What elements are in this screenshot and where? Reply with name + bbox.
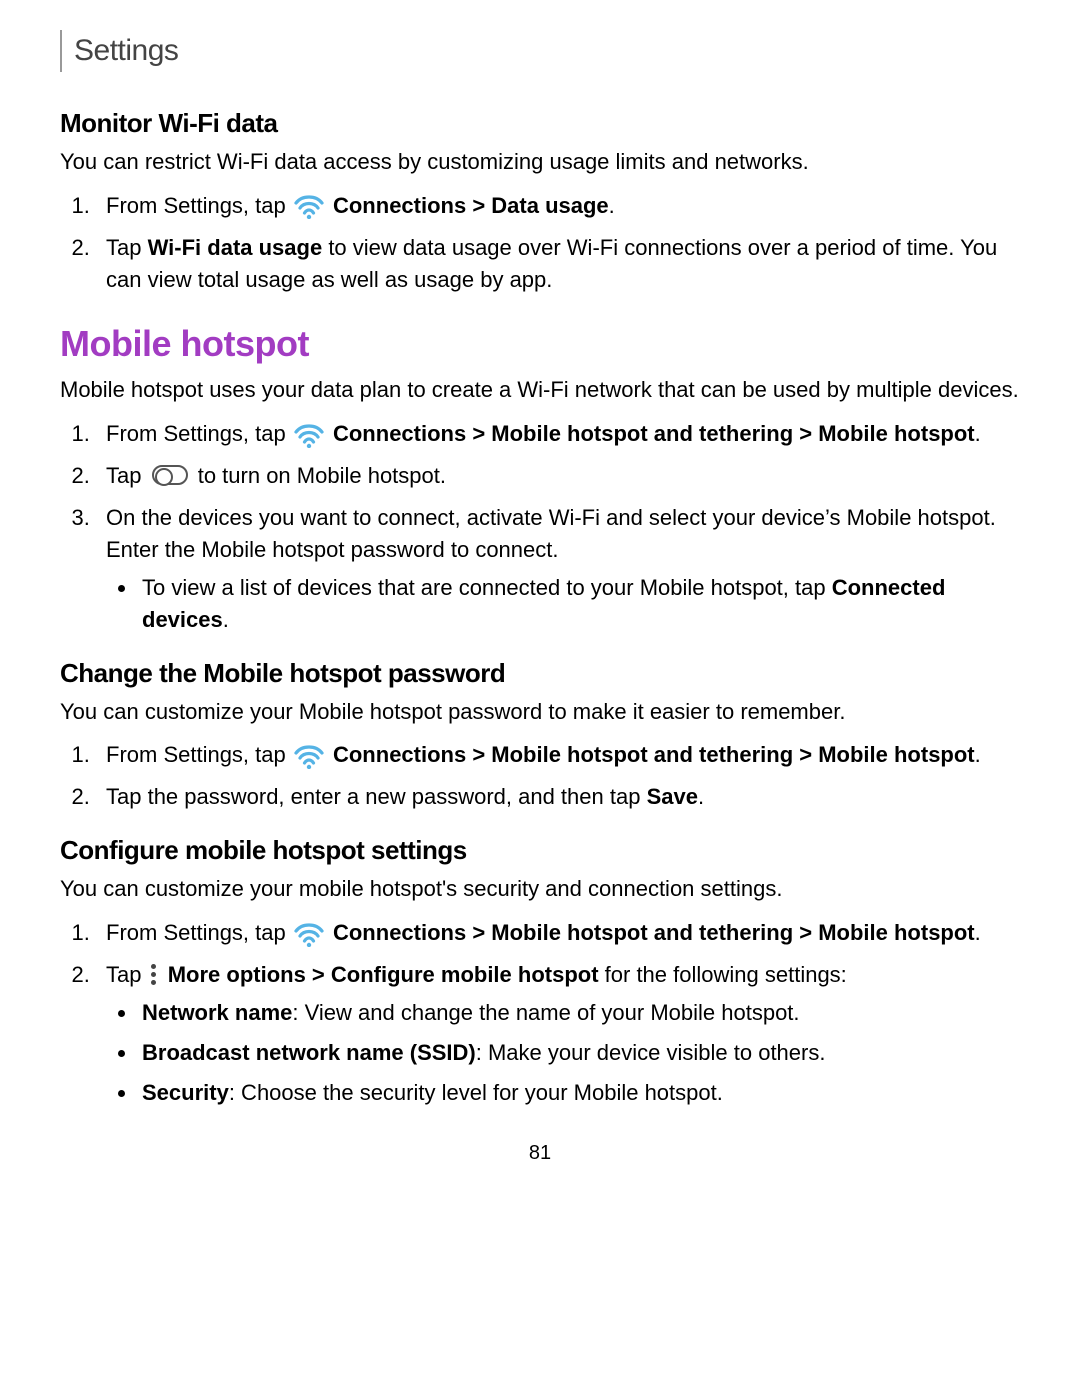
breadcrumb-text: Settings bbox=[74, 34, 178, 67]
wifi-icon bbox=[294, 743, 324, 767]
steps-list: From Settings, tap Connections > Mobile … bbox=[60, 418, 1020, 635]
bold-text: Broadcast network name (SSID) bbox=[142, 1040, 476, 1065]
step-item: Tap Wi-Fi data usage to view data usage … bbox=[96, 232, 1020, 296]
paragraph: You can customize your Mobile hotspot pa… bbox=[60, 697, 1020, 728]
sub-bullets: Network name: View and change the name o… bbox=[106, 997, 1020, 1109]
heading-change-password: Change the Mobile hotspot password bbox=[60, 658, 1020, 689]
bullet-item: Network name: View and change the name o… bbox=[138, 997, 1020, 1029]
step-item: Tap to turn on Mobile hotspot. bbox=[96, 460, 1020, 492]
bold-text: Connections > Mobile hotspot and tetheri… bbox=[333, 742, 975, 767]
text: : Make your device visible to others. bbox=[476, 1040, 826, 1065]
text: to turn on Mobile hotspot. bbox=[198, 463, 446, 488]
text: : Choose the security level for your Mob… bbox=[229, 1080, 723, 1105]
breadcrumb: Settings bbox=[60, 30, 1020, 72]
step-item: From Settings, tap Connections > Mobile … bbox=[96, 917, 1020, 949]
text: On the devices you want to connect, acti… bbox=[106, 505, 996, 562]
more-options-icon bbox=[150, 964, 158, 986]
toggle-off-icon bbox=[152, 465, 188, 485]
bold-text: More options > Configure mobile hotspot bbox=[168, 962, 599, 987]
step-item: On the devices you want to connect, acti… bbox=[96, 502, 1020, 636]
text: Tap the password, enter a new password, … bbox=[106, 784, 647, 809]
heading-monitor-wifi: Monitor Wi-Fi data bbox=[60, 108, 1020, 139]
paragraph: Mobile hotspot uses your data plan to cr… bbox=[60, 375, 1020, 406]
text: From Settings, tap bbox=[106, 421, 292, 446]
bold-text: Connections > Data usage bbox=[333, 193, 609, 218]
step-item: Tap More options > Configure mobile hots… bbox=[96, 959, 1020, 1109]
step-item: From Settings, tap Connections > Mobile … bbox=[96, 418, 1020, 450]
heading-configure-hotspot: Configure mobile hotspot settings bbox=[60, 835, 1020, 866]
paragraph: You can customize your mobile hotspot's … bbox=[60, 874, 1020, 905]
bold-text: Network name bbox=[142, 1000, 292, 1025]
bold-text: Connections > Mobile hotspot and tetheri… bbox=[333, 421, 975, 446]
page-number: 81 bbox=[60, 1142, 1020, 1165]
step-item: Tap the password, enter a new password, … bbox=[96, 781, 1020, 813]
text: From Settings, tap bbox=[106, 742, 292, 767]
bullet-item: Security: Choose the security level for … bbox=[138, 1077, 1020, 1109]
bold-text: Security bbox=[142, 1080, 229, 1105]
paragraph: You can restrict Wi-Fi data access by cu… bbox=[60, 147, 1020, 178]
text: for the following settings: bbox=[599, 962, 847, 987]
text: To view a list of devices that are conne… bbox=[142, 575, 832, 600]
steps-list: From Settings, tap Connections > Mobile … bbox=[60, 739, 1020, 813]
text: Tap bbox=[106, 962, 148, 987]
text: : View and change the name of your Mobil… bbox=[292, 1000, 799, 1025]
steps-list: From Settings, tap Connections > Mobile … bbox=[60, 917, 1020, 1108]
bold-text: Connections > Mobile hotspot and tetheri… bbox=[333, 920, 975, 945]
step-item: From Settings, tap Connections > Data us… bbox=[96, 190, 1020, 222]
text: From Settings, tap bbox=[106, 920, 292, 945]
sub-bullets: To view a list of devices that are conne… bbox=[106, 572, 1020, 636]
wifi-icon bbox=[294, 422, 324, 446]
bullet-item: Broadcast network name (SSID): Make your… bbox=[138, 1037, 1020, 1069]
bullet-item: To view a list of devices that are conne… bbox=[138, 572, 1020, 636]
bold-text: Wi-Fi data usage bbox=[148, 235, 323, 260]
wifi-icon bbox=[294, 193, 324, 217]
wifi-icon bbox=[294, 921, 324, 945]
text: Tap bbox=[106, 235, 148, 260]
step-item: From Settings, tap Connections > Mobile … bbox=[96, 739, 1020, 771]
heading-mobile-hotspot: Mobile hotspot bbox=[60, 323, 1020, 365]
bold-text: Save bbox=[647, 784, 698, 809]
steps-list: From Settings, tap Connections > Data us… bbox=[60, 190, 1020, 296]
document-page: Settings Monitor Wi-Fi data You can rest… bbox=[0, 0, 1080, 1185]
text: From Settings, tap bbox=[106, 193, 292, 218]
text: Tap bbox=[106, 463, 148, 488]
